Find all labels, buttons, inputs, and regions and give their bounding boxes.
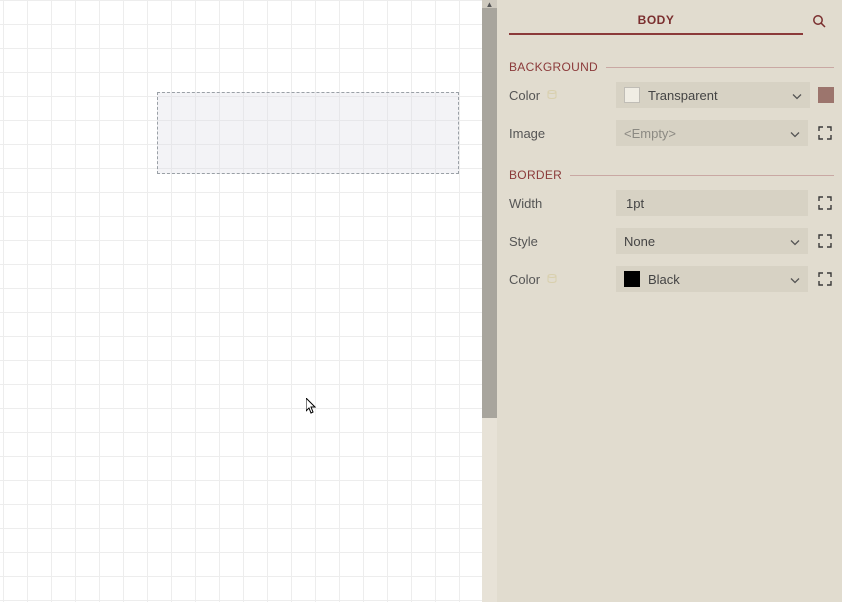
border-width-input[interactable]: 1pt [616,190,808,216]
chevron-down-icon [790,272,800,287]
label-background-color: Color [509,88,616,103]
background-image-select[interactable]: <Empty> [616,120,808,146]
border-color-select[interactable]: Black [616,266,808,292]
expand-width-button[interactable] [816,194,834,212]
search-icon [812,14,827,29]
color-swatch-transparent [624,87,640,103]
scroll-up-button[interactable]: ▲ [482,0,497,8]
row-border-style: Style None [509,228,834,254]
properties-panel: BODY BACKGROUND Color Transparent [497,0,842,602]
expand-icon [818,196,832,210]
border-style-select[interactable]: None [616,228,808,254]
expand-border-color-button[interactable] [816,270,834,288]
row-background-color: Color Transparent [509,82,834,108]
expand-icon [818,126,832,140]
panel-tabs: BODY [509,10,834,38]
select-value: None [624,234,655,249]
canvas-grid [0,0,482,602]
row-background-image: Image <Empty> [509,120,834,146]
label-background-image: Image [509,126,616,141]
scrollbar-thumb[interactable] [482,8,497,418]
background-color-select[interactable]: Transparent [616,82,810,108]
expand-image-button[interactable] [816,124,834,142]
label-border-style: Style [509,234,616,249]
label-border-width: Width [509,196,616,211]
database-icon [546,89,558,101]
database-icon [546,273,558,285]
section-divider [606,67,834,68]
input-value: 1pt [626,196,644,211]
row-border-color: Color Black [509,266,834,292]
expand-style-button[interactable] [816,232,834,250]
section-divider [570,175,834,176]
expand-icon [818,272,832,286]
section-header-border: BORDER [509,168,834,182]
section-title: BACKGROUND [509,60,598,74]
section-title: BORDER [509,168,562,182]
design-canvas[interactable]: ▲ [0,0,497,602]
clear-background-color-button[interactable] [818,87,834,103]
select-value: Transparent [648,88,718,103]
section-header-background: BACKGROUND [509,60,834,74]
selected-element[interactable] [157,92,459,174]
chevron-down-icon [790,126,800,141]
chevron-down-icon [790,234,800,249]
tab-body[interactable]: BODY [509,13,803,35]
select-value: Black [648,272,680,287]
label-border-color: Color [509,272,616,287]
expand-icon [818,234,832,248]
color-swatch-black [624,271,640,287]
chevron-down-icon [792,88,802,103]
select-placeholder: <Empty> [624,126,676,141]
vertical-scrollbar-track[interactable]: ▲ [482,0,497,602]
row-border-width: Width 1pt [509,190,834,216]
search-button[interactable] [808,10,830,32]
